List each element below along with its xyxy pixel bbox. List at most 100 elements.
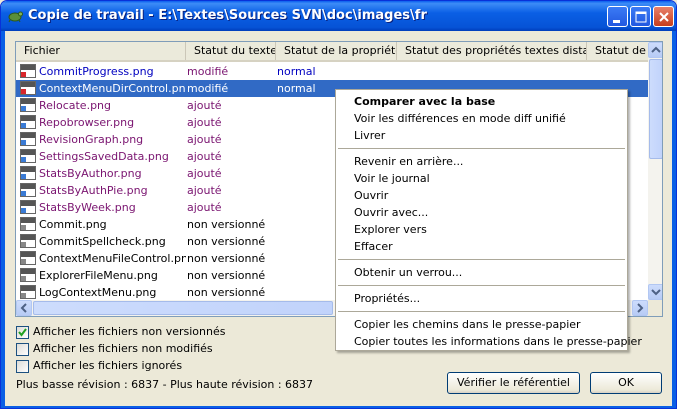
vertical-scroll-thumb[interactable] bbox=[649, 59, 662, 159]
column-header-status-more[interactable]: Statut de l bbox=[587, 42, 648, 60]
vertical-scrollbar[interactable] bbox=[648, 42, 662, 300]
menu-item[interactable]: Livrer bbox=[354, 127, 385, 144]
menu-separator bbox=[338, 148, 625, 149]
text-status-cell: ajouté bbox=[187, 133, 222, 146]
file-name: ContextMenuDirControl.png bbox=[39, 82, 186, 95]
file-name-cell: RevisionGraph.png bbox=[20, 131, 186, 148]
ok-button[interactable]: OK bbox=[590, 372, 662, 394]
text-status-cell: non versionné bbox=[187, 218, 266, 231]
text-status-cell: modifié bbox=[187, 82, 229, 95]
close-button[interactable] bbox=[653, 6, 674, 27]
menu-item[interactable]: Copier les chemins dans le presse-papier bbox=[354, 316, 581, 333]
show-unmodified-label: Afficher les fichiers non modifiés bbox=[33, 342, 213, 355]
scroll-up-button[interactable] bbox=[648, 42, 662, 58]
file-name: StatsByAuthPie.png bbox=[39, 184, 148, 197]
maximize-button[interactable] bbox=[630, 6, 651, 27]
revision-info: Plus basse révision : 6837 - Plus haute … bbox=[16, 378, 314, 391]
property-status-cell: normal bbox=[277, 65, 316, 78]
file-name: StatsByWeek.png bbox=[39, 201, 136, 214]
minimize-icon bbox=[613, 20, 620, 23]
text-status-cell: non versionné bbox=[187, 286, 266, 299]
png-file-icon bbox=[20, 132, 36, 146]
working-copy-window: Copie de travail - E:\Textes\Sources SVN… bbox=[0, 0, 677, 409]
file-name-cell: ContextMenuFileControl.png bbox=[20, 250, 186, 267]
maximize-icon bbox=[635, 11, 647, 23]
file-name-cell: CommitProgress.png bbox=[20, 63, 186, 80]
column-header-remote-property-status[interactable]: Statut des propriétés textes distantes bbox=[397, 42, 587, 60]
file-name-cell: StatsByWeek.png bbox=[20, 199, 186, 216]
file-name-cell: Relocate.png bbox=[20, 97, 186, 114]
scroll-corner bbox=[648, 300, 662, 316]
file-name: RevisionGraph.png bbox=[39, 133, 144, 146]
text-status-cell: non versionné bbox=[187, 269, 266, 282]
minimize-button[interactable] bbox=[607, 6, 628, 27]
file-name-cell: LogContextMenu.png bbox=[20, 284, 186, 301]
list-item[interactable]: CommitProgress.png modifié normal bbox=[16, 63, 648, 80]
png-file-icon bbox=[20, 166, 36, 180]
text-status-cell: ajouté bbox=[187, 184, 222, 197]
arrow-left-icon bbox=[20, 303, 27, 313]
scroll-right-button[interactable] bbox=[632, 300, 648, 316]
list-header: Fichier Statut du texte Statut de la pro… bbox=[16, 42, 648, 62]
context-menu: Comparer avec la base Voir les différence… bbox=[335, 89, 642, 351]
png-file-icon bbox=[20, 98, 36, 112]
menu-separator bbox=[338, 285, 625, 286]
checkbox-box[interactable] bbox=[16, 360, 29, 373]
menu-item[interactable]: Obtenir un verrou... bbox=[354, 264, 462, 281]
file-name: Commit.png bbox=[39, 218, 107, 231]
menu-separator bbox=[338, 259, 625, 260]
title-bar[interactable]: Copie de travail - E:\Textes\Sources SVN… bbox=[1, 1, 676, 31]
column-header-file[interactable]: Fichier bbox=[16, 42, 186, 60]
window-border-left bbox=[1, 31, 5, 408]
file-name-cell: ContextMenuDirControl.png bbox=[20, 80, 186, 97]
file-name-cell: Commit.png bbox=[20, 216, 186, 233]
file-name-cell: Repobrowser.png bbox=[20, 114, 186, 131]
file-name: CommitProgress.png bbox=[39, 65, 154, 78]
menu-item[interactable]: Revenir en arrière... bbox=[354, 153, 463, 170]
check-repository-button[interactable]: Vérifier le référentiel bbox=[447, 372, 580, 394]
menu-item[interactable]: Ouvrir bbox=[354, 187, 388, 204]
column-header-text-status[interactable]: Statut du texte bbox=[186, 42, 276, 60]
file-name-cell: StatsByAuthor.png bbox=[20, 165, 186, 182]
png-file-icon bbox=[20, 285, 36, 299]
menu-item[interactable]: Ouvrir avec... bbox=[354, 204, 428, 221]
text-status-cell: non versionné bbox=[187, 235, 266, 248]
arrow-right-icon bbox=[637, 303, 644, 313]
menu-item[interactable]: Explorer vers bbox=[354, 221, 427, 238]
file-name-cell: ExplorerFileMenu.png bbox=[20, 267, 186, 284]
tortoisesvn-icon bbox=[8, 11, 23, 23]
menu-item[interactable]: Voir les différences en mode diff unifié bbox=[354, 110, 566, 127]
text-status-cell: ajouté bbox=[187, 150, 222, 163]
show-ignored-label: Afficher les fichiers ignorés bbox=[33, 359, 183, 372]
file-name: LogContextMenu.png bbox=[39, 286, 157, 299]
file-name: SettingsSavedData.png bbox=[39, 150, 169, 163]
scroll-down-button[interactable] bbox=[648, 284, 662, 300]
text-status-cell: ajouté bbox=[187, 116, 222, 129]
file-name: StatsByAuthor.png bbox=[39, 167, 142, 180]
menu-item[interactable]: Voir le journal bbox=[354, 170, 430, 187]
menu-item[interactable]: Effacer bbox=[354, 238, 393, 255]
show-unversioned-label: Afficher les fichiers non versionnés bbox=[33, 325, 226, 338]
checkmark-icon bbox=[18, 328, 27, 337]
horizontal-scroll-thumb[interactable] bbox=[33, 301, 333, 315]
file-name-cell: StatsByAuthPie.png bbox=[20, 182, 186, 199]
window-title: Copie de travail - E:\Textes\Sources SVN… bbox=[28, 8, 427, 23]
menu-item[interactable]: Comparer avec la base bbox=[354, 93, 495, 110]
png-file-icon bbox=[20, 149, 36, 163]
png-file-icon bbox=[20, 234, 36, 248]
png-file-icon bbox=[20, 183, 36, 197]
file-name: Relocate.png bbox=[39, 99, 112, 112]
arrow-up-icon bbox=[651, 46, 661, 53]
column-header-property-status[interactable]: Statut de la propriété bbox=[276, 42, 397, 60]
png-file-icon bbox=[20, 81, 36, 95]
menu-item[interactable]: Copier toutes les informations dans le p… bbox=[354, 333, 642, 350]
file-name-cell: CommitSpellcheck.png bbox=[20, 233, 186, 250]
text-status-cell: ajouté bbox=[187, 167, 222, 180]
window-border-right bbox=[672, 31, 676, 408]
scroll-left-button[interactable] bbox=[16, 300, 32, 316]
checkbox-box[interactable] bbox=[16, 326, 29, 339]
checkbox-box[interactable] bbox=[16, 343, 29, 356]
text-status-cell: modifié bbox=[187, 65, 229, 78]
file-name-cell: SettingsSavedData.png bbox=[20, 148, 186, 165]
menu-item[interactable]: Propriétés... bbox=[354, 290, 420, 307]
